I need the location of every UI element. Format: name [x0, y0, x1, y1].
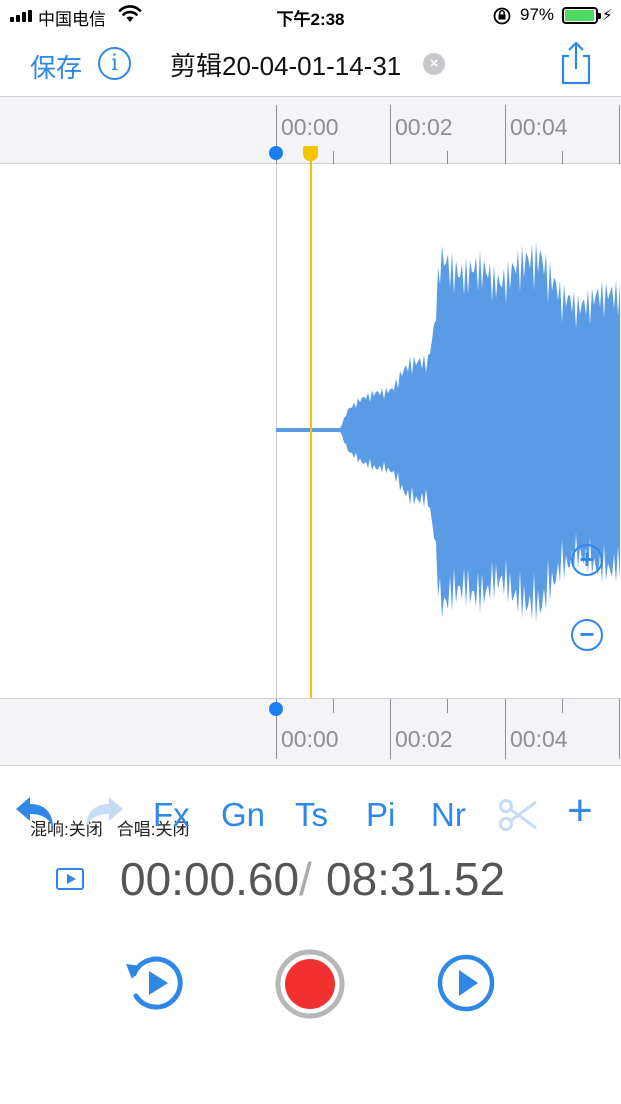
- status-bar: 中国电信 下午2:38 97% ⚡: [0, 0, 621, 32]
- selection-start-handle[interactable]: [269, 702, 283, 716]
- record-button[interactable]: [275, 949, 345, 1019]
- edit-toolbar: Fx Gn Ts Pi Nr +: [0, 786, 621, 846]
- time-stretch-button[interactable]: Ts: [295, 796, 328, 834]
- zoom-out-icon[interactable]: −: [571, 619, 603, 651]
- battery-percent: 97%: [520, 5, 555, 24]
- play-selection-icon[interactable]: [56, 868, 84, 890]
- gain-button[interactable]: Gn: [221, 796, 265, 834]
- total-time: 08:31.52: [326, 853, 506, 905]
- timeline-label: 00:02: [395, 114, 453, 140]
- timeline-label: 00:04: [510, 726, 568, 752]
- rotation-lock-icon: [493, 7, 511, 25]
- add-button[interactable]: +: [567, 786, 593, 836]
- pitch-button[interactable]: Pi: [366, 796, 395, 834]
- clear-title-icon[interactable]: ×: [423, 53, 445, 75]
- battery-icon: [562, 7, 601, 24]
- rewind-icon[interactable]: [124, 952, 186, 1014]
- save-button[interactable]: 保存: [30, 48, 82, 85]
- selection-start-handle[interactable]: [269, 146, 283, 160]
- recording-title[interactable]: 剪辑20-04-01-14-31: [170, 46, 401, 83]
- info-icon[interactable]: i: [98, 47, 131, 80]
- zoom-in-icon[interactable]: +: [571, 544, 603, 576]
- timeline-label: 00:00: [281, 726, 339, 752]
- playhead[interactable]: [310, 150, 312, 698]
- scissors-icon[interactable]: [498, 798, 538, 832]
- time-separator: /: [299, 853, 312, 905]
- fx-button[interactable]: Fx: [153, 796, 190, 834]
- timeline-ruler-bottom[interactable]: 00:00 00:02 00:04: [0, 698, 621, 766]
- noise-reduction-button[interactable]: Nr: [431, 796, 466, 834]
- current-time: 00:00.60: [120, 853, 300, 905]
- playhead-handle[interactable]: [303, 146, 318, 161]
- timeline-label: 00:04: [510, 114, 568, 140]
- timeline-label: 00:00: [281, 114, 339, 140]
- time-display: 00:00.60 / 08:31.52: [0, 850, 621, 910]
- redo-icon[interactable]: [83, 796, 125, 832]
- play-icon[interactable]: [436, 952, 496, 1014]
- timeline-label: 00:02: [395, 726, 453, 752]
- share-icon[interactable]: [556, 40, 596, 86]
- charging-icon: ⚡: [602, 7, 613, 24]
- nav-bar: 保存 i 剪辑20-04-01-14-31 ×: [0, 32, 621, 96]
- undo-icon[interactable]: [14, 796, 56, 832]
